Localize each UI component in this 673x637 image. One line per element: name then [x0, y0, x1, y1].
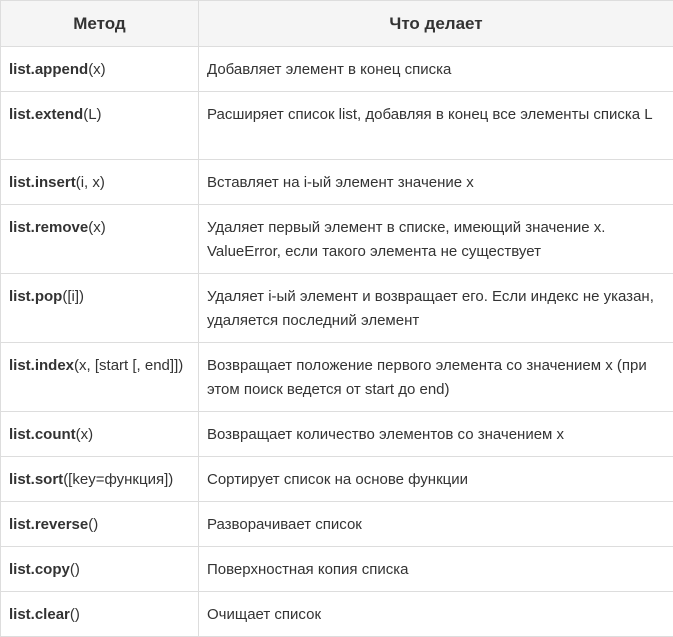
table-row: list.pop([i])Удаляет i-ый элемент и возв… [1, 274, 673, 343]
method-cell: list.count(x) [1, 412, 199, 457]
method-cell: list.remove(x) [1, 205, 199, 274]
description-cell: Удаляет i-ый элемент и возвращает его. Е… [199, 274, 673, 343]
method-cell: list.append(x) [1, 47, 199, 92]
method-args: () [88, 516, 98, 533]
description-cell: Разворачивает список [199, 502, 673, 547]
table-row: list.append(x)Добавляет элемент в конец … [1, 47, 673, 92]
method-object: list. [9, 357, 35, 374]
method-object: list. [9, 516, 35, 533]
method-name: extend [35, 106, 83, 123]
method-args: (x) [88, 219, 106, 236]
method-cell: list.sort([key=функция]) [1, 457, 199, 502]
method-args: ([i]) [62, 288, 84, 305]
method-object: list. [9, 106, 35, 123]
method-args: () [70, 606, 80, 623]
description-cell: Вставляет на i-ый элемент значение x [199, 160, 673, 205]
method-args: (L) [83, 106, 101, 123]
method-object: list. [9, 426, 35, 443]
description-cell: Расширяет список list, добавляя в конец … [199, 92, 673, 160]
method-name: copy [35, 561, 70, 578]
method-name: count [35, 426, 76, 443]
column-header-action: Что делает [199, 1, 673, 47]
method-args: (x) [76, 426, 94, 443]
description-cell: Добавляет элемент в конец списка [199, 47, 673, 92]
table-row: list.remove(x)Удаляет первый элемент в с… [1, 205, 673, 274]
table-row: list.extend(L)Расширяет список list, доб… [1, 92, 673, 160]
table-header-row: Метод Что делает [1, 1, 673, 47]
methods-table: Метод Что делает list.append(x)Добавляет… [0, 0, 673, 637]
description-cell: Возвращает положение первого элемента со… [199, 343, 673, 412]
table-body: list.append(x)Добавляет элемент в конец … [1, 47, 673, 637]
table-row: list.count(x)Возвращает количество элеме… [1, 412, 673, 457]
description-cell: Поверхностная копия списка [199, 547, 673, 592]
table-row: list.clear()Очищает список [1, 592, 673, 637]
method-object: list. [9, 174, 35, 191]
column-header-method: Метод [1, 1, 199, 47]
method-object: list. [9, 471, 35, 488]
table-row: list.sort([key=функция])Сортирует список… [1, 457, 673, 502]
table-row: list.index(x, [start [, end]])Возвращает… [1, 343, 673, 412]
method-name: append [35, 61, 88, 78]
table-row: list.reverse()Разворачивает список [1, 502, 673, 547]
method-cell: list.insert(i, x) [1, 160, 199, 205]
method-object: list. [9, 606, 35, 623]
method-cell: list.extend(L) [1, 92, 199, 160]
table-row: list.insert(i, x)Вставляет на i-ый элеме… [1, 160, 673, 205]
method-object: list. [9, 219, 35, 236]
method-cell: list.pop([i]) [1, 274, 199, 343]
method-object: list. [9, 61, 35, 78]
method-args: () [70, 561, 80, 578]
description-cell: Удаляет первый элемент в списке, имеющий… [199, 205, 673, 274]
method-object: list. [9, 288, 35, 305]
method-args: (x, [start [, end]]) [74, 357, 183, 374]
table-row: list.copy()Поверхностная копия списка [1, 547, 673, 592]
method-cell: list.index(x, [start [, end]]) [1, 343, 199, 412]
method-cell: list.copy() [1, 547, 199, 592]
description-cell: Очищает список [199, 592, 673, 637]
description-cell: Сортирует список на основе функции [199, 457, 673, 502]
method-name: remove [35, 219, 88, 236]
method-name: clear [35, 606, 70, 623]
description-cell: Возвращает количество элементов со значе… [199, 412, 673, 457]
method-args: (i, x) [76, 174, 105, 191]
method-object: list. [9, 561, 35, 578]
method-cell: list.clear() [1, 592, 199, 637]
method-name: pop [35, 288, 63, 305]
method-name: reverse [35, 516, 88, 533]
method-name: sort [35, 471, 63, 488]
method-args: ([key=функция]) [63, 471, 173, 488]
method-cell: list.reverse() [1, 502, 199, 547]
method-args: (x) [88, 61, 106, 78]
method-name: insert [35, 174, 76, 191]
method-name: index [35, 357, 74, 374]
